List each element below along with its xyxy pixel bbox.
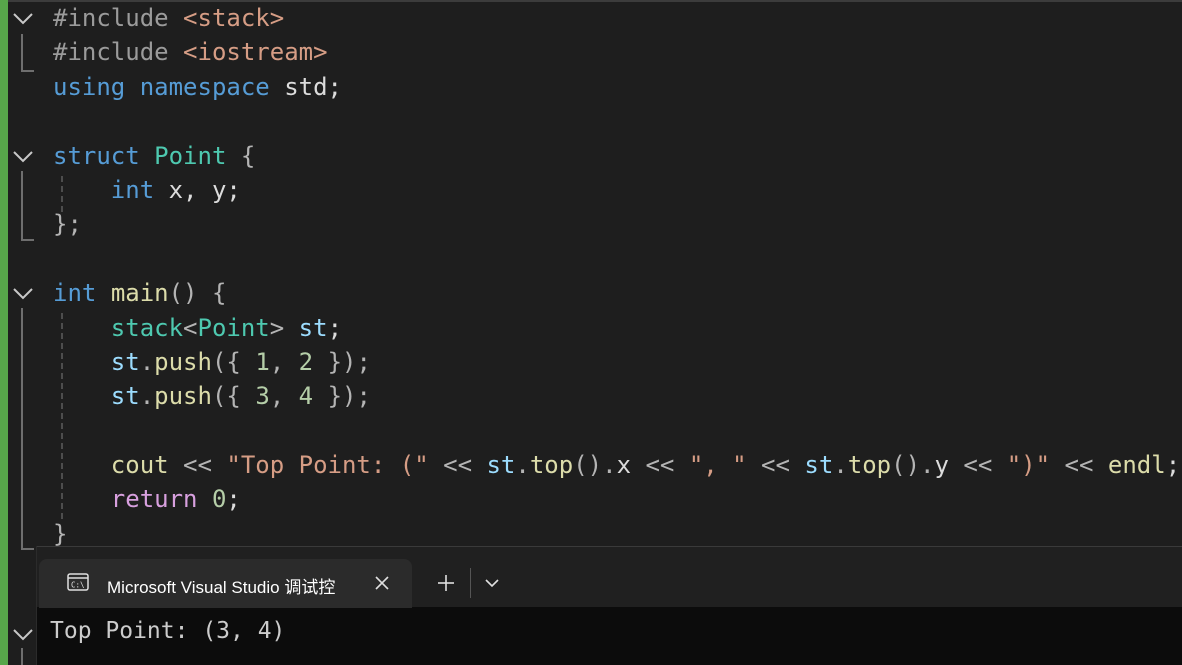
member: y: [934, 451, 949, 480]
code-line: int main() {: [53, 276, 1180, 310]
svg-text:C:\: C:\: [71, 581, 85, 590]
tab-separator: [470, 568, 471, 598]
variable: st: [110, 347, 140, 376]
code-line: using namespace std;: [53, 70, 1180, 104]
include-target: <stack>: [183, 4, 285, 32]
number-literal: 4: [298, 382, 314, 411]
type-name: stack: [110, 313, 184, 342]
punctuation: () {: [168, 279, 227, 308]
variable: st: [298, 313, 328, 342]
terminal-tab-title: Microsoft Visual Studio 调试控: [107, 578, 336, 597]
code-text[interactable]: #include <stack> #include <iostream> using…: [53, 1, 1180, 551]
code-text: x, y;: [154, 175, 241, 204]
fold-region-line: [21, 34, 34, 72]
member: x: [616, 451, 632, 480]
variable: st: [110, 382, 140, 411]
include-target: <iostream>: [183, 38, 328, 67]
variable: st: [486, 451, 516, 480]
fold-region-line: [21, 171, 34, 241]
number-literal: 1: [255, 347, 270, 376]
chevron-down-icon[interactable]: [483, 575, 501, 589]
punctuation: ;: [327, 313, 343, 342]
fold-region-line: [21, 648, 34, 665]
keyword: namespace: [139, 72, 270, 101]
fold-chevron-icon[interactable]: [12, 287, 34, 301]
terminal-output: Top Point: (3, 4): [50, 618, 286, 644]
function-name: push: [154, 347, 212, 376]
code-text: std;: [269, 72, 342, 101]
terminal-tab[interactable]: C:\ Microsoft Visual Studio 调试控: [39, 559, 412, 608]
number-literal: 2: [298, 347, 314, 376]
punctuation: >: [269, 313, 285, 342]
code-line: st.push({ 3, 4 });: [110, 382, 371, 411]
console-app-icon: C:\: [67, 573, 89, 591]
function-name: main: [110, 279, 169, 308]
fold-region-line: [21, 308, 34, 550]
code-line: int x, y;: [53, 173, 1180, 207]
fold-chevron-icon[interactable]: [12, 150, 34, 164]
number-literal: 0: [211, 485, 227, 514]
code-line: stack<Point> st;: [53, 311, 1180, 345]
function-name: top: [847, 451, 892, 480]
identifier: cout: [110, 451, 169, 480]
punctuation: <: [183, 313, 198, 342]
code-line: #include <stack>: [53, 1, 1180, 35]
punctuation: }: [53, 519, 68, 548]
new-tab-plus-icon[interactable]: [435, 572, 457, 594]
keyword: int: [110, 175, 155, 204]
terminal-tab-strip: C:\ Microsoft Visual Studio 调试控: [37, 546, 1182, 608]
number-literal: 3: [255, 382, 270, 411]
punctuation: };: [53, 210, 82, 239]
preprocessor-directive: #include: [53, 38, 184, 67]
keyword: int: [53, 279, 97, 308]
fold-chevron-icon[interactable]: [12, 628, 34, 642]
control-keyword: return: [110, 485, 198, 514]
fold-chevron-icon[interactable]: [12, 12, 34, 26]
code-line: return 0;: [110, 485, 241, 514]
code-line: cout << "Top Point: (" << st.top().x << …: [110, 451, 1181, 480]
string-literal: ")": [1006, 451, 1051, 480]
string-literal: ", ": [688, 451, 747, 480]
keyword: struct: [53, 141, 140, 170]
keyword: using: [53, 72, 126, 101]
punctuation: {: [226, 141, 256, 170]
code-line: struct Point {: [53, 139, 1180, 173]
type-name: Point: [154, 141, 227, 170]
variable: st: [804, 451, 834, 480]
preprocessor-directive: #include: [53, 4, 184, 32]
type-name: Point: [197, 313, 270, 342]
code-line: st.push({ 1, 2 });: [110, 347, 371, 376]
terminal-window[interactable]: C:\ Microsoft Visual Studio 调试控 Top Poin…: [36, 546, 1182, 665]
function-name: push: [154, 382, 212, 411]
close-icon[interactable]: [372, 573, 392, 593]
change-tracking-bar: [0, 0, 8, 665]
identifier: endl: [1107, 451, 1166, 480]
string-literal: "Top Point: (": [226, 451, 429, 480]
function-name: top: [529, 451, 574, 480]
code-line: };: [53, 207, 1180, 241]
code-line: #include <iostream>: [53, 35, 1180, 69]
